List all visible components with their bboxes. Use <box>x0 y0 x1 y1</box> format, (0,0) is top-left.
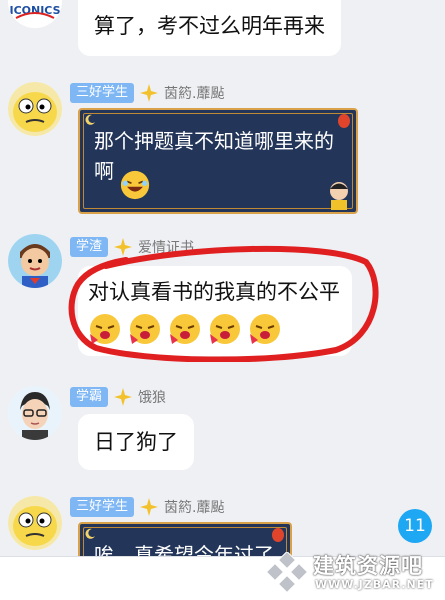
moon-decoration-icon <box>85 114 95 125</box>
star-badge-icon <box>114 388 133 406</box>
avatar[interactable] <box>8 496 62 550</box>
watermark-logo-icon <box>265 552 309 594</box>
unread-count-badge[interactable]: 11 <box>398 509 432 543</box>
sender-tag: 三好学生 <box>70 497 135 517</box>
message-bubble[interactable]: 算了，考不过么明年再来 <box>78 0 341 56</box>
avatar-logo-text: ICONICS <box>9 4 60 17</box>
sender-meta: 三好学生 茵箹.蘼颭 <box>70 82 224 104</box>
sender-tag: 三好学生 <box>70 83 135 103</box>
message-text: 日了狗了 <box>94 430 178 454</box>
red-highlight-circle <box>68 245 379 362</box>
star-badge-icon <box>140 84 159 102</box>
lantern-decoration-icon <box>272 528 284 542</box>
avatar[interactable] <box>8 386 62 440</box>
sender-meta: 三好学生 茵箹.蘼颭 <box>70 496 224 518</box>
watermark: 建筑资源吧 WWW.JZBAR.NET <box>265 548 441 598</box>
message-bubble[interactable]: 那个押题真不知道哪里来的啊 <box>78 108 358 214</box>
sender-tag: 学霸 <box>70 387 109 407</box>
avatar[interactable]: ICONICS <box>8 0 62 28</box>
message-text: 算了，考不过么明年再来 <box>94 14 325 38</box>
avatar[interactable] <box>8 82 62 136</box>
character-sticker-icon <box>330 182 348 210</box>
message-bubble[interactable]: 日了狗了 <box>78 414 194 470</box>
sender-name: 茵箹.蘼颭 <box>164 86 225 102</box>
moon-decoration-icon <box>85 528 95 539</box>
watermark-url: WWW.JZBAR.NET <box>315 578 434 591</box>
lantern-decoration-icon <box>338 114 350 128</box>
avatar[interactable] <box>8 234 62 288</box>
sender-meta: 学霸 饿狼 <box>70 386 166 408</box>
star-badge-icon <box>140 498 159 516</box>
watermark-title: 建筑资源吧 <box>313 554 423 578</box>
laughing-emoji-icon <box>120 170 150 200</box>
sender-name: 饿狼 <box>138 390 167 406</box>
sender-name: 茵箹.蘼颭 <box>164 500 225 516</box>
